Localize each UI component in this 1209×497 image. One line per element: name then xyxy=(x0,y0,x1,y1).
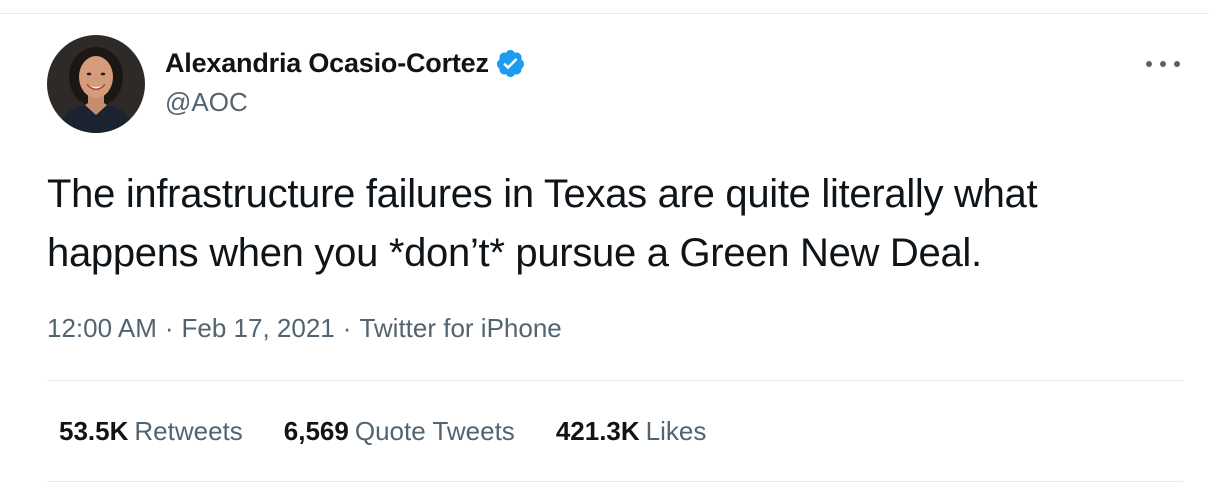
tweet-card: Alexandria Ocasio-Cortez @AOC The infras… xyxy=(0,14,1209,497)
meta-separator: · xyxy=(342,313,352,343)
stat-label: Likes xyxy=(645,416,707,446)
divider xyxy=(47,481,1183,482)
stat-quote-tweets[interactable]: 6,569 Quote Tweets xyxy=(284,416,515,447)
stat-label: Quote Tweets xyxy=(354,416,515,446)
author-display-name[interactable]: Alexandria Ocasio-Cortez xyxy=(165,48,489,79)
tweet-stats: 53.5K Retweets 6,569 Quote Tweets 421.3K Li… xyxy=(59,416,747,447)
tweet-meta: 12:00 AM · Feb 17, 2021 · Twitter for iP… xyxy=(47,313,562,344)
stat-retweets[interactable]: 53.5K Retweets xyxy=(59,416,243,447)
more-horizontal-icon[interactable] xyxy=(1146,58,1180,70)
avatar-photo-icon xyxy=(47,35,145,133)
stat-value: 53.5K xyxy=(59,416,129,446)
stat-likes[interactable]: 421.3K Likes xyxy=(556,416,707,447)
tweet-time[interactable]: 12:00 AM xyxy=(47,313,157,344)
author-handle[interactable]: @AOC xyxy=(165,87,248,118)
more-dot xyxy=(1174,61,1180,67)
meta-separator: · xyxy=(164,313,174,343)
stat-value: 6,569 xyxy=(283,416,349,446)
more-dot xyxy=(1146,61,1152,67)
more-dot xyxy=(1160,61,1166,67)
avatar[interactable] xyxy=(47,35,145,133)
tweet-date[interactable]: Feb 17, 2021 xyxy=(182,313,335,344)
stat-label: Retweets xyxy=(134,416,243,446)
tweet-source[interactable]: Twitter for iPhone xyxy=(359,313,561,344)
stat-value: 421.3K xyxy=(555,416,640,446)
author-name-row: Alexandria Ocasio-Cortez xyxy=(165,46,526,80)
verified-check-icon xyxy=(496,49,524,77)
tweet-text: The infrastructure failures in Texas are… xyxy=(47,172,1038,275)
divider xyxy=(47,380,1183,381)
